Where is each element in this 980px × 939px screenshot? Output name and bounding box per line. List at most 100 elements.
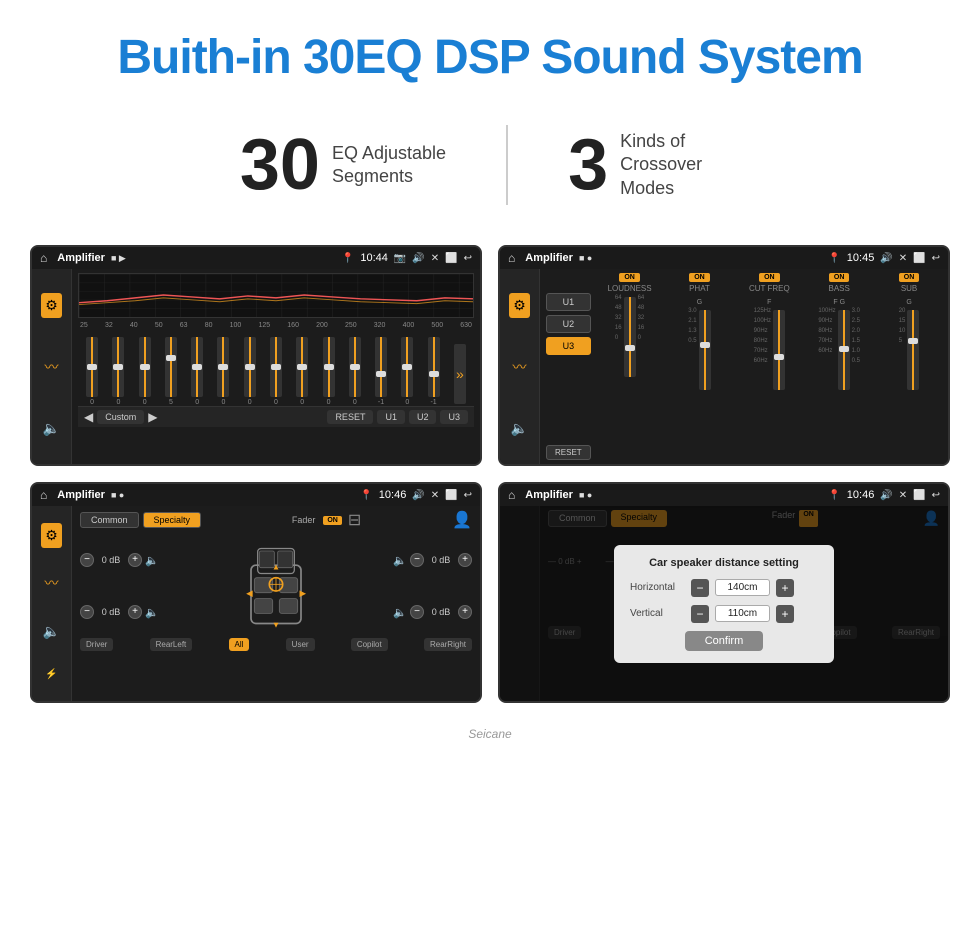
cutfreq-on-btn[interactable]: ON <box>759 273 780 282</box>
home-icon-4[interactable]: ⌂ <box>508 488 515 502</box>
screen-icon-3[interactable]: ⬜ <box>445 490 457 501</box>
eq-icon-3[interactable]: ⚙ <box>41 523 62 548</box>
back-icon-4[interactable]: ↩ <box>932 490 940 501</box>
eq-body: ⚙ 〰 🔈 <box>32 269 480 464</box>
u1-btn-1[interactable]: U1 <box>377 410 405 424</box>
volume-icon-3[interactable]: 🔊 <box>412 490 424 501</box>
vol-icon[interactable]: 🔈 <box>39 416 64 441</box>
wave-icon-3[interactable]: 〰 <box>41 569 63 597</box>
horizontal-minus-btn[interactable]: − <box>691 579 709 597</box>
close-icon-3[interactable]: ✕ <box>431 490 439 501</box>
copilot-btn[interactable]: Copilot <box>351 638 388 651</box>
wave-icon[interactable]: 〰 <box>41 353 63 381</box>
reset-btn-2[interactable]: RESET <box>546 445 591 460</box>
slider-track-12[interactable] <box>375 337 387 397</box>
home-icon-3[interactable]: ⌂ <box>40 488 47 502</box>
status-bar-4: ⌂ Amplifier ■ ● 📍 10:46 🔊 ✕ ⬜ ↩ <box>500 484 948 506</box>
speaker-body: ⚙ 〰 🔈 ⚡ Common Specialty Fader ON ⊟ 👤 <box>32 506 480 701</box>
prev-btn[interactable]: ◀ <box>84 410 93 424</box>
back-icon-1[interactable]: ↩ <box>464 253 472 264</box>
slider-track-14[interactable] <box>428 337 440 397</box>
db-row-left-1: − 0 dB + 🔈 <box>80 553 159 567</box>
custom-btn[interactable]: Custom <box>97 410 144 424</box>
close-icon-2[interactable]: ✕ <box>899 253 907 264</box>
minus-btn-l1[interactable]: − <box>80 553 94 567</box>
bass-slider[interactable] <box>838 310 850 390</box>
record-icon-2: ■ ● <box>579 253 592 263</box>
slider-track-5[interactable] <box>191 337 203 397</box>
rearleft-btn[interactable]: RearLeft <box>150 638 193 651</box>
db-row-right-2: 🔈 − 0 dB + <box>393 605 472 619</box>
eq-icon-2[interactable]: ⚙ <box>509 293 530 318</box>
horizontal-plus-btn[interactable]: + <box>776 579 794 597</box>
vol-icon-2[interactable]: 🔈 <box>507 416 532 441</box>
crossover-left-panel: ⚙ 〰 🔈 <box>500 269 540 464</box>
plus-btn-l1[interactable]: + <box>128 553 142 567</box>
u2-btn-1[interactable]: U2 <box>409 410 437 424</box>
user-btn[interactable]: User <box>286 638 315 651</box>
slider-track-2[interactable] <box>112 337 124 397</box>
specialty-tab[interactable]: Specialty <box>143 512 202 528</box>
slider-track-4[interactable] <box>165 337 177 397</box>
minus-btn-r1[interactable]: − <box>410 553 424 567</box>
plus-btn-r2[interactable]: + <box>458 605 472 619</box>
slider-track-9[interactable] <box>296 337 308 397</box>
minus-btn-r2[interactable]: − <box>410 605 424 619</box>
wave-icon-2[interactable]: 〰 <box>509 353 531 381</box>
bt-icon-3[interactable]: ⚡ <box>41 665 61 684</box>
phat-slider[interactable] <box>699 310 711 390</box>
db-val-l2: 0 dB <box>97 607 125 617</box>
vertical-plus-btn[interactable]: + <box>776 605 794 623</box>
all-btn[interactable]: All <box>229 638 250 651</box>
screen-icon-1[interactable]: ⬜ <box>445 253 457 264</box>
bass-on-btn[interactable]: ON <box>829 273 850 282</box>
fader-label: Fader <box>292 515 316 525</box>
rearright-btn[interactable]: RearRight <box>424 638 472 651</box>
slider-track-1[interactable] <box>86 337 98 397</box>
minus-btn-l2[interactable]: − <box>80 605 94 619</box>
vertical-minus-btn[interactable]: − <box>691 605 709 623</box>
u2-preset[interactable]: U2 <box>546 315 591 333</box>
slider-track-3[interactable] <box>139 337 151 397</box>
loudness-slider[interactable] <box>624 297 636 377</box>
screen-icon-2[interactable]: ⬜ <box>913 253 925 264</box>
slider-track-7[interactable] <box>244 337 256 397</box>
confirm-button[interactable]: Confirm <box>685 631 764 651</box>
app-name-1: Amplifier <box>57 252 105 264</box>
home-icon-1[interactable]: ⌂ <box>40 251 47 265</box>
next-btn[interactable]: ▶ <box>148 410 157 424</box>
plus-btn-r1[interactable]: + <box>458 553 472 567</box>
volume-icon-1[interactable]: 🔊 <box>412 253 424 264</box>
vol-icon-3[interactable]: 🔈 <box>39 619 64 644</box>
driver-btn[interactable]: Driver <box>80 638 113 651</box>
sub-slider[interactable] <box>907 310 919 390</box>
slider-col-15: » <box>454 344 466 406</box>
reset-btn-1[interactable]: RESET <box>327 410 373 424</box>
slider-track-15[interactable]: » <box>454 344 466 404</box>
slider-track-13[interactable] <box>401 337 413 397</box>
back-icon-2[interactable]: ↩ <box>932 253 940 264</box>
screen-icon-4[interactable]: ⬜ <box>913 490 925 501</box>
phat-on-btn[interactable]: ON <box>689 273 710 282</box>
eq-icon[interactable]: ⚙ <box>41 293 62 318</box>
u3-btn-1[interactable]: U3 <box>440 410 468 424</box>
slider-track-10[interactable] <box>323 337 335 397</box>
slider-track-8[interactable] <box>270 337 282 397</box>
close-icon-4[interactable]: ✕ <box>899 490 907 501</box>
volume-icon-2[interactable]: 🔊 <box>880 253 892 264</box>
slider-track-11[interactable] <box>349 337 361 397</box>
slider-track-6[interactable] <box>217 337 229 397</box>
back-icon-3[interactable]: ↩ <box>464 490 472 501</box>
home-icon-2[interactable]: ⌂ <box>508 251 515 265</box>
sub-on-btn[interactable]: ON <box>899 273 920 282</box>
u1-preset[interactable]: U1 <box>546 293 591 311</box>
loudness-on-btn[interactable]: ON <box>619 273 640 282</box>
volume-icon-4[interactable]: 🔊 <box>880 490 892 501</box>
cutfreq-slider[interactable] <box>773 310 785 390</box>
plus-btn-l2[interactable]: + <box>128 605 142 619</box>
close-icon-1[interactable]: ✕ <box>431 253 439 264</box>
right-controls: 🔈 − 0 dB + 🔈 − 0 dB + <box>393 536 472 636</box>
stat-eq: 30 EQ AdjustableSegments <box>240 129 446 201</box>
common-tab[interactable]: Common <box>80 512 139 528</box>
u3-preset[interactable]: U3 <box>546 337 591 355</box>
